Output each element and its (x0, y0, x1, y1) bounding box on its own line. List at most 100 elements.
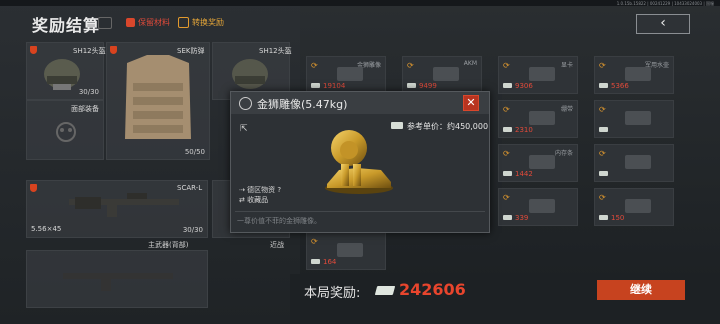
recycle-icon: ⟳ (407, 61, 414, 70)
weapon-slot-label: 主武器(背部) (148, 241, 189, 249)
loot-cell[interactable]: ⟳ 显卡 9306 (498, 56, 578, 94)
version-text: 1.0.15b.15822 | 00241229 | 10433024003 |… (616, 1, 714, 6)
location-icon: ⇢ (239, 186, 248, 194)
loot-name: AKM (463, 60, 477, 67)
reward-label: 本局奖励: (304, 286, 361, 301)
divider (235, 211, 485, 212)
shield-icon (30, 46, 37, 54)
cash-icon (599, 127, 608, 132)
cash-icon (407, 83, 416, 88)
cash-icon (374, 286, 396, 295)
shield-icon (110, 46, 117, 54)
loot-name: 绷带 (560, 106, 573, 113)
tag-collectible: ⇄ 收藏品 (239, 195, 268, 205)
item-detail-popup: 金狮雕像(5.47kg) ✕ ⇱ 参考单价：约450,000 ⇢ 德区物资 ? … (230, 91, 490, 233)
close-icon: ✕ (466, 96, 476, 109)
cash-icon (503, 171, 512, 176)
loot-item-icon (625, 111, 651, 125)
loot-item-icon (433, 67, 459, 81)
durability: 30/30 (78, 88, 99, 96)
recycle-icon: ⟳ (503, 193, 510, 202)
loot-cell[interactable]: ⟳ 164 (306, 232, 386, 270)
loot-item-icon (337, 67, 363, 81)
cash-icon (503, 127, 512, 132)
option-label: 保留材料 (138, 18, 170, 27)
popup-title: 金狮雕像(5.47kg) (257, 98, 348, 111)
loot-cell[interactable]: ⟳ 内存条 1442 (498, 144, 578, 182)
loot-value: 150 (611, 214, 625, 222)
loot-name: 显卡 (560, 62, 573, 69)
collectible-icon: ⇄ (239, 196, 248, 204)
loot-cell[interactable]: ⟳ (594, 100, 674, 138)
loot-cell[interactable]: ⟳ 绷带 2310 (498, 100, 578, 138)
cash-icon (503, 83, 512, 88)
loot-name: 内存条 (554, 150, 573, 157)
rifle-icon (63, 273, 173, 291)
option-keep-materials[interactable]: 保留材料 (126, 17, 170, 28)
recycle-icon: ⟳ (599, 105, 606, 114)
loot-value: 19104 (323, 82, 346, 90)
help-icon[interactable]: ? (277, 186, 281, 194)
cash-icon (311, 83, 320, 88)
slot-name: 面部装备 (71, 105, 99, 113)
gasmask-icon (56, 122, 76, 142)
popup-description: 一尊价值不菲的金狮雕像。 (237, 217, 321, 225)
shield-icon (126, 18, 135, 27)
loot-item-icon (625, 67, 651, 81)
loot-value: 9306 (515, 82, 533, 90)
loot-cell[interactable]: ⟳ 军用水壶 5366 (594, 56, 674, 94)
cash-icon (599, 215, 608, 220)
recycle-icon (178, 17, 189, 28)
tag-collectible-label: 收藏品 (247, 196, 269, 204)
tag-region: ⇢ 德区物资 ? (239, 185, 281, 195)
option-convert-reward[interactable]: 转换奖励 (178, 17, 224, 28)
rifle-icon (69, 193, 179, 217)
mask-slot[interactable]: 面部装备 (26, 100, 104, 160)
loot-item-icon (529, 111, 555, 125)
secondary-weapon-slot[interactable] (26, 250, 208, 308)
cash-icon (503, 215, 512, 220)
recycle-icon: ⟳ (599, 193, 606, 202)
recycle-icon: ⟳ (503, 61, 510, 70)
back-button[interactable]: ‹ (636, 14, 690, 34)
loot-cell[interactable]: ⟳ 金狮雕像 19104 (306, 56, 386, 94)
loot-cell[interactable]: ⟳ 339 (498, 188, 578, 226)
loot-cell[interactable]: ⟳ 150 (594, 188, 674, 226)
loot-value: 164 (323, 258, 337, 266)
helmet-slot-1[interactable]: SH12头盔 30/30 (26, 42, 106, 100)
loot-cell[interactable]: ⟳ AKM 9499 (402, 56, 482, 94)
option-label: 转换奖励 (192, 18, 224, 27)
armor-vest-icon (125, 55, 191, 139)
loot-value: 1442 (515, 170, 533, 178)
share-icon[interactable]: ⇱ (240, 124, 248, 134)
recycle-icon: ⟳ (599, 149, 606, 158)
shield-icon (30, 184, 37, 192)
loot-value: 5366 (611, 82, 629, 90)
tag-region-label: 德区物资 (247, 186, 276, 194)
recycle-icon: ⟳ (311, 237, 318, 246)
price-label: 参考单价：约450,000 (407, 122, 489, 131)
help-icon[interactable] (98, 17, 112, 29)
armor-slot[interactable]: SEK防弹 50/50 (106, 42, 210, 160)
loot-value: 9499 (419, 82, 437, 90)
top-status-bar (0, 0, 720, 6)
loot-value: 2310 (515, 126, 533, 134)
page-title: 奖励结算 (32, 16, 101, 35)
loot-value: 339 (515, 214, 529, 222)
loot-item-icon (625, 199, 651, 213)
chevron-left-icon: ‹ (660, 15, 666, 31)
continue-button[interactable]: 继续 (597, 280, 685, 300)
info-icon (239, 97, 252, 110)
helmet-icon (44, 59, 80, 90)
recycle-icon: ⟳ (599, 61, 606, 70)
ammo-type: 5.56×45 (31, 225, 62, 233)
recycle-icon: ⟳ (503, 149, 510, 158)
weapon-slot[interactable]: SCAR-L 5.56×45 30/30 (26, 180, 208, 238)
loot-item-icon (529, 155, 555, 169)
loot-item-icon (625, 155, 651, 169)
loot-cell[interactable]: ⟳ (594, 144, 674, 182)
durability: 30/30 (182, 226, 203, 234)
close-button[interactable]: ✕ (463, 95, 479, 111)
recycle-icon: ⟳ (311, 61, 318, 70)
reward-value: 242606 (399, 280, 466, 299)
